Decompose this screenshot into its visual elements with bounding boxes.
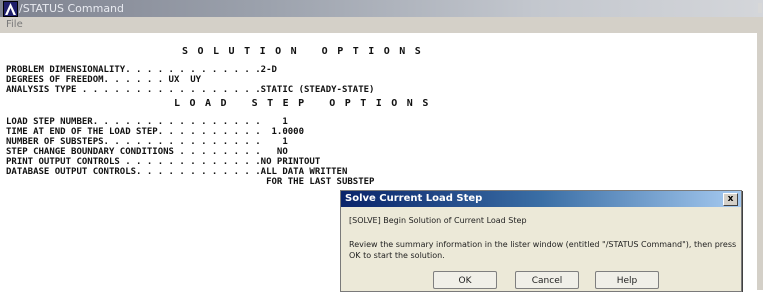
load-step-options-heading: LOAD STEP OPTIONS xyxy=(174,98,438,109)
dialog-heading-text: [SOLVE] Begin Solution of Current Load S… xyxy=(349,216,527,225)
dialog-title: Solve Current Load Step xyxy=(345,193,483,204)
cancel-button[interactable]: Cancel xyxy=(515,271,579,289)
load-step-line-5: PRINT OUTPUT CONTROLS . . . . . . . . . … xyxy=(6,157,321,167)
solution-options-heading: SOLUTION OPTIONS xyxy=(182,46,431,57)
load-step-line-6: DATABASE OUTPUT CONTROLS. . . . . . . . … xyxy=(6,167,348,177)
window-title: /STATUS Command xyxy=(19,2,125,15)
dialog-message: Review the summary information in the li… xyxy=(349,240,737,260)
solution-line-2: DEGREES OF FREEDOM. . . . . . UX UY xyxy=(6,75,202,85)
load-step-line-1: LOAD STEP NUMBER. . . . . . . . . . . . … xyxy=(6,117,288,127)
window-titlebar[interactable]: /STATUS Command xyxy=(0,0,763,17)
solution-line-1: PROBLEM DIMENSIONALITY. . . . . . . . . … xyxy=(6,65,277,75)
menu-bar: File xyxy=(0,17,763,33)
close-button[interactable]: x xyxy=(723,193,738,206)
solution-line-3: ANALYSIS TYPE . . . . . . . . . . . . . … xyxy=(6,85,375,95)
help-button[interactable]: Help xyxy=(595,271,659,289)
load-step-line-4: STEP CHANGE BOUNDARY CONDITIONS . . . . … xyxy=(6,147,288,157)
ok-button[interactable]: OK xyxy=(433,271,497,289)
window-right-frame xyxy=(757,33,763,290)
dialog-titlebar[interactable]: Solve Current Load Step x xyxy=(341,191,741,207)
load-step-line-3: NUMBER OF SUBSTEPS. . . . . . . . . . . … xyxy=(6,137,288,147)
menu-file[interactable]: File xyxy=(6,18,23,32)
window-edge-icon xyxy=(758,3,762,13)
ansys-logo-icon xyxy=(3,1,18,17)
load-step-line-7: FOR THE LAST SUBSTEP xyxy=(6,177,375,187)
load-step-line-2: TIME AT END OF THE LOAD STEP. . . . . . … xyxy=(6,127,305,137)
solve-current-load-step-dialog: Solve Current Load Step x [SOLVE] Begin … xyxy=(340,190,742,292)
